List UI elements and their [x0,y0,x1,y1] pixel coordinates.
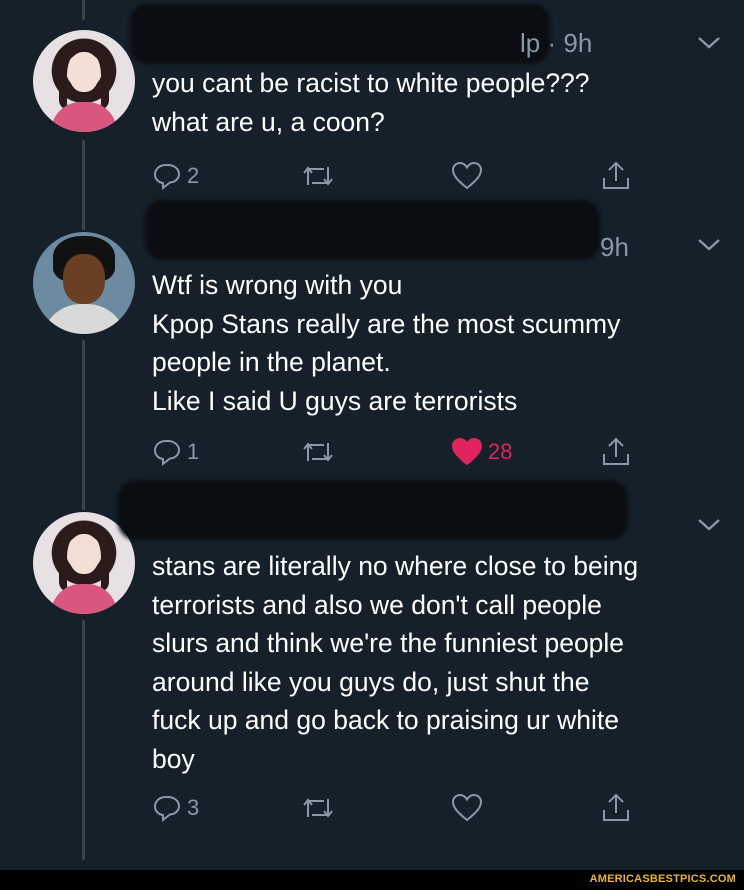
chevron-down-icon[interactable] [696,34,722,52]
reply-icon [153,796,181,823]
reply-button[interactable]: 3 [152,788,199,828]
tweet-2[interactable]: 9h Wtf is wrong with you Kpop Stans real… [0,200,744,480]
share-icon [603,161,629,189]
reply-count: 2 [187,163,200,188]
retweet-button[interactable] [300,156,336,196]
retweet-icon [303,166,333,186]
tweet-1[interactable]: lp · 9h you cant be racist to white peop… [0,0,744,210]
like-button[interactable] [451,788,483,828]
retweet-icon [303,442,333,462]
heart-icon [451,161,483,190]
tweet-timestamp: 9h [563,28,593,58]
share-button[interactable] [600,432,632,472]
chevron-down-icon[interactable] [696,516,722,534]
like-button[interactable] [451,156,483,196]
tweet-3[interactable]: stans are literally no where close to be… [0,480,744,870]
watermark-bar: AMERICASBESTPICS.COM [0,870,744,890]
reply-icon [153,440,181,467]
reply-count: 3 [187,795,200,820]
chevron-down-icon[interactable] [696,236,722,254]
tweet-name-fragment: lp · 9h [520,28,593,58]
share-icon [603,793,629,821]
tweet-actions: 3 [0,788,744,828]
tweet-actions: 2 [0,156,744,196]
avatar[interactable] [33,232,135,334]
retweet-button[interactable] [300,788,336,828]
avatar[interactable] [33,30,135,132]
share-icon [603,437,629,465]
tweet-text: Wtf is wrong with you Kpop Stans really … [152,270,621,416]
retweet-icon [303,798,333,818]
redacted-username [145,200,600,260]
reply-button[interactable]: 2 [152,156,199,196]
share-button[interactable] [600,788,632,828]
heart-icon [451,793,483,822]
redacted-username [130,4,550,64]
tweet-timestamp: 9h [600,232,629,262]
tweet-text: you cant be racist to white people??? wh… [152,68,590,137]
redacted-username [118,480,628,540]
tweet-text: stans are literally no where close to be… [152,551,639,774]
share-button[interactable] [600,156,632,196]
reply-icon [153,164,181,191]
like-button[interactable]: 28 [451,432,512,472]
reply-button[interactable]: 1 [152,432,199,472]
tweet-actions: 1 28 [0,432,744,472]
reply-count: 1 [187,439,200,464]
heart-icon [451,437,483,466]
like-count: 28 [488,439,513,464]
retweet-button[interactable] [300,432,336,472]
watermark-text: AMERICASBESTPICS.COM [589,873,736,885]
